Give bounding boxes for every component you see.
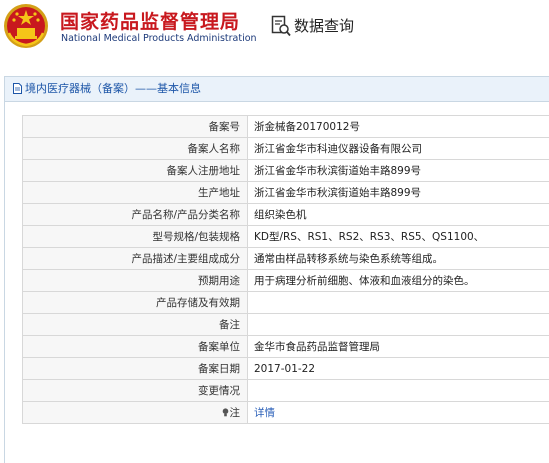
data-query-link[interactable]: 数据查询 [294,15,354,36]
table-row: 备案人名称浙江省金华市科迪仪器设备有限公司 [23,138,549,160]
table-row: 产品名称/产品分类名称组织染色机 [23,204,549,226]
row-value: 浙江省金华市科迪仪器设备有限公司 [248,138,549,160]
table-row: 型号规格/包装规格KD型/RS、RS1、RS2、RS3、RS5、QS1100、 [23,226,549,248]
row-value: 通常由样品转移系统与染色系统等组成。 [248,248,549,270]
panel-title-text: 境内医疗器械（备案）——基本信息 [25,82,201,95]
table-row: 备案单位金华市食品药品监督管理局 [23,336,549,358]
row-label: 变更情况 [23,380,248,402]
row-label: 产品描述/主要组成成分 [23,248,248,270]
row-label: 备案人注册地址 [23,160,248,182]
row-label: 产品存储及有效期 [23,292,248,314]
brand-title-cn: 国家药品监督管理局 [60,7,240,34]
table-row-note: 注 详情 [23,402,549,424]
table-row: 预期用途用于病理分析前细胞、体液和血液组分的染色。 [23,270,549,292]
lightbulb-icon [222,408,229,417]
row-value [248,380,549,402]
row-value: 详情 [248,402,549,424]
table-row: 备案号浙金械备20170012号 [23,116,549,138]
row-label: 预期用途 [23,270,248,292]
table-row: 备案人注册地址浙江省金华市秋滨街道始丰路899号 [23,160,549,182]
row-value [248,314,549,336]
row-label: 备案日期 [23,358,248,380]
row-value: 用于病理分析前细胞、体液和血液组分的染色。 [248,270,549,292]
row-label: 备案单位 [23,336,248,358]
row-value: 浙金械备20170012号 [248,116,549,138]
row-value: 浙江省金华市秋滨街道始丰路899号 [248,160,549,182]
row-label: 型号规格/包装规格 [23,226,248,248]
table-row: 生产地址浙江省金华市秋滨街道始丰路899号 [23,182,549,204]
document-icon [13,83,22,94]
row-value [248,292,549,314]
row-label: 产品名称/产品分类名称 [23,204,248,226]
row-label: 备案人名称 [23,138,248,160]
row-value: 2017-01-22 [248,358,549,380]
table-row: 产品描述/主要组成成分通常由样品转移系统与染色系统等组成。 [23,248,549,270]
row-value: 组织染色机 [248,204,549,226]
row-label: 备案号 [23,116,248,138]
row-label: 注 [23,402,248,424]
row-value: 金华市食品药品监督管理局 [248,336,549,358]
table-row: 备案日期2017-01-22 [23,358,549,380]
site-header: 国家药品监督管理局 National Medical Products Admi… [0,0,549,60]
table-row: 备注 [23,314,549,336]
row-value: 浙江省金华市秋滨街道始丰路899号 [248,182,549,204]
table-row: 变更情况 [23,380,549,402]
row-label: 生产地址 [23,182,248,204]
info-table: 备案号浙金械备20170012号备案人名称浙江省金华市科迪仪器设备有限公司备案人… [22,115,549,424]
row-label: 备注 [23,314,248,336]
detail-link[interactable]: 详情 [254,407,275,419]
data-query-icon[interactable] [271,15,291,37]
brand-title-en: National Medical Products Administration [61,33,257,44]
row-value: KD型/RS、RS1、RS2、RS3、RS5、QS1100、 [248,226,549,248]
panel-title: 境内医疗器械（备案）——基本信息 [5,77,549,102]
basic-info-panel: 境内医疗器械（备案）——基本信息 备案号浙金械备20170012号备案人名称浙江… [4,76,549,463]
table-row: 产品存储及有效期 [23,292,549,314]
note-label: 注 [230,407,241,419]
national-emblem-icon [3,3,49,49]
